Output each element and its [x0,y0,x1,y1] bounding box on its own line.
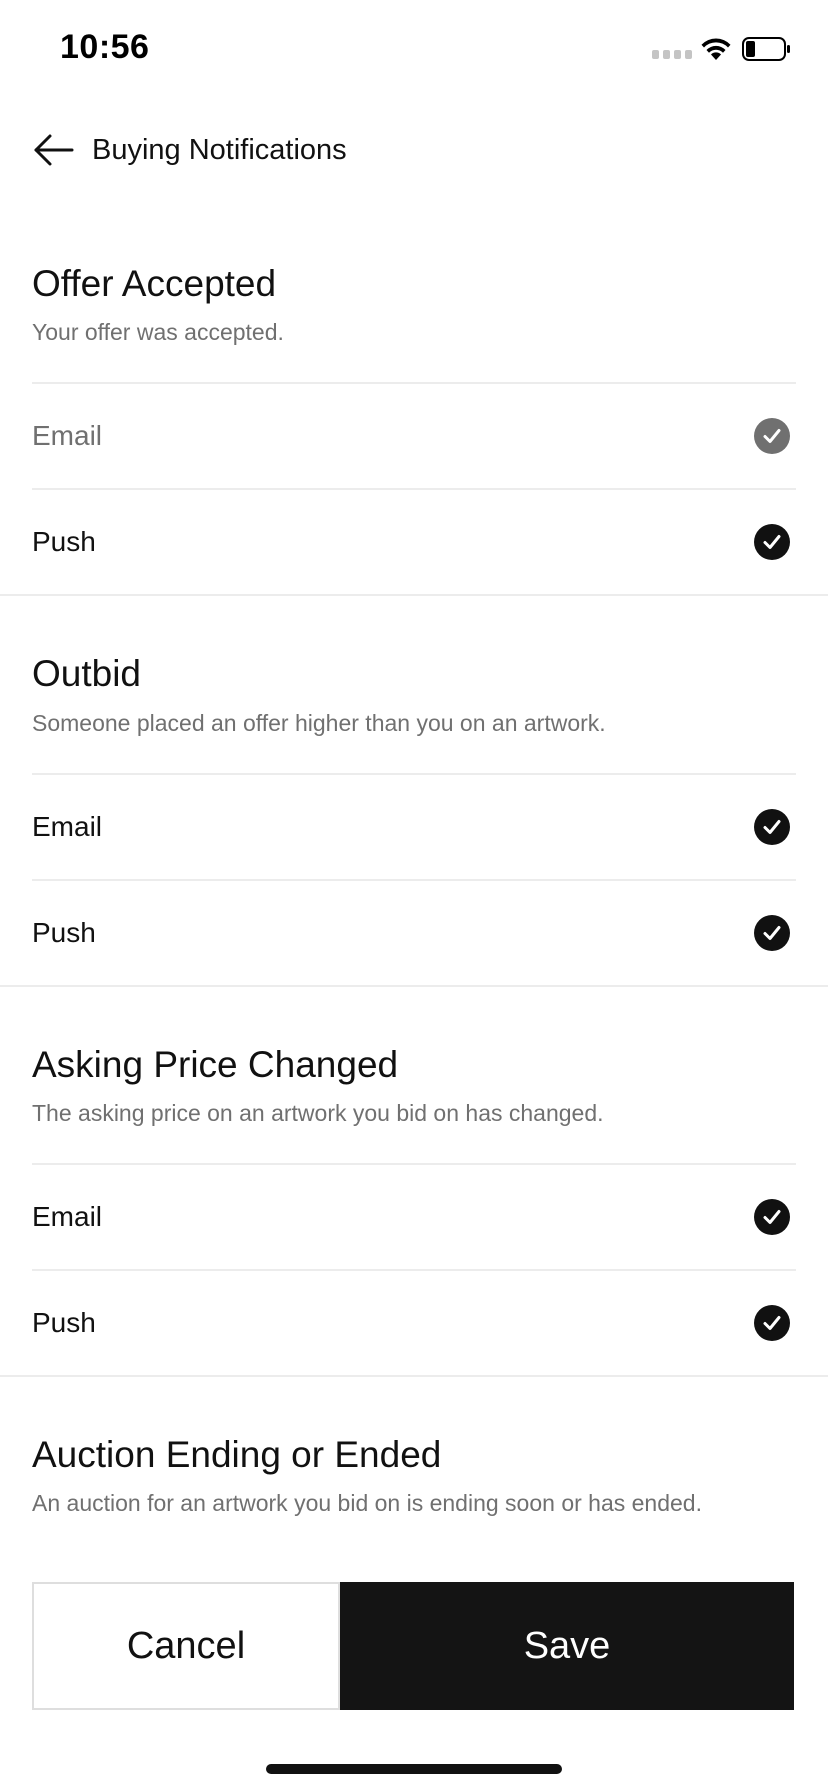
option-label: Email [32,420,103,452]
option-label: Email [32,810,103,842]
checkmark-circle-icon[interactable] [754,1198,790,1235]
checkmark-circle-icon[interactable] [754,808,790,845]
section-outbid: Outbid Someone placed an offer higher th… [0,652,828,987]
option-label: Push [32,526,96,558]
section-title: Asking Price Changed [32,1043,399,1085]
header: Buying Notifications [0,110,828,190]
status-time: 10:56 [60,28,150,66]
section-title: Auction Ending or Ended [32,1433,442,1475]
cancel-button[interactable]: Cancel [32,1582,340,1710]
option-row-push[interactable]: Push [32,490,796,594]
option-label: Push [32,1306,96,1338]
option-row-push[interactable]: Push [32,1271,796,1375]
section-description: Your offer was accepted. [32,318,796,385]
option-row-email[interactable]: Email [32,1165,796,1271]
wifi-icon [701,38,731,60]
battery-icon [742,37,790,61]
option-label: Email [32,1200,103,1232]
option-row-push[interactable]: Push [32,881,796,985]
section-auction-ending: Auction Ending or Ended An auction for a… [0,1433,828,1553]
section-description: An auction for an artwork you bid on is … [32,1490,702,1517]
section-asking-price-changed: Asking Price Changed The asking price on… [0,1043,828,1377]
option-label: Push [32,916,96,948]
arrow-left-icon [34,134,74,166]
option-row-email[interactable]: Email [32,775,796,881]
checkmark-circle-icon[interactable] [754,1304,790,1341]
back-button[interactable] [32,130,76,170]
status-bar: 10:56 [0,0,828,100]
home-indicator[interactable] [266,1764,562,1774]
option-row-email[interactable]: Email [32,384,796,491]
signal-icon [652,50,692,59]
checkmark-circle-icon[interactable] [754,418,790,455]
checkmark-circle-icon[interactable] [754,914,790,951]
footer-actions: Cancel Save [32,1582,794,1710]
notification-sections: Offer Accepted Your offer was accepted. … [0,226,828,1609]
section-description: The asking price on an artwork you bid o… [32,1099,796,1165]
section-offer-accepted: Offer Accepted Your offer was accepted. … [0,262,828,597]
save-button[interactable]: Save [340,1582,794,1710]
section-title: Offer Accepted [32,263,277,304]
page-title: Buying Notifications [92,134,347,166]
checkmark-circle-icon[interactable] [754,524,790,561]
section-title: Outbid [32,653,142,695]
section-description: Someone placed an offer higher than you … [32,709,796,775]
